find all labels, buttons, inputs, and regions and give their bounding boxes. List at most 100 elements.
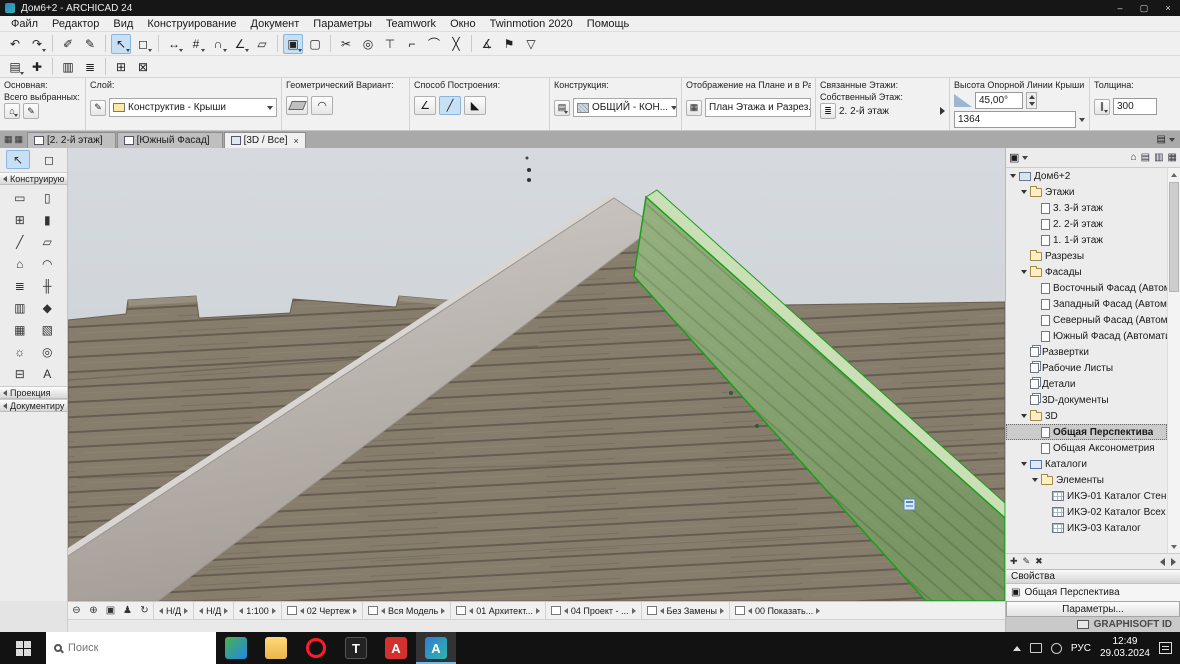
intersect-button[interactable]: ╳	[446, 34, 466, 54]
tool-mesh[interactable]: ▦	[8, 320, 32, 339]
segment-preview-na[interactable]: Н/Д	[153, 602, 193, 619]
search-input[interactable]	[68, 642, 183, 654]
tool-roof[interactable]: ⌂	[8, 254, 32, 273]
expander-icon[interactable]	[1010, 174, 1019, 178]
step-right-icon[interactable]	[441, 608, 445, 614]
step-left-icon[interactable]	[199, 608, 203, 614]
review-button[interactable]: ▽	[521, 34, 541, 54]
orbit-button[interactable]: ↻	[136, 605, 153, 616]
tool-door[interactable]: ▯	[35, 188, 59, 207]
chevron-down-icon[interactable]	[1022, 156, 1028, 160]
zoom-in-button[interactable]: ⊕	[85, 605, 102, 616]
tree-item-interior-elevations[interactable]: Развертки	[1006, 344, 1167, 360]
toolbox-section-design[interactable]: Конструирую	[0, 172, 67, 185]
segment-renovation[interactable]: 00 Показать...	[729, 602, 825, 619]
floor-plan-display-button[interactable]: ▦	[686, 100, 702, 116]
toolbar-button[interactable]	[158, 35, 159, 52]
menu-document[interactable]: Документ	[244, 18, 307, 30]
composite-button[interactable]: ▤	[554, 100, 570, 116]
walk-mode-button[interactable]: ♟	[119, 605, 136, 616]
edit-node-dot[interactable]	[729, 391, 733, 395]
chevron-down-icon[interactable]	[1079, 118, 1085, 122]
tree-item-schedule-walls[interactable]: ИКЭ-01 Каталог Стен	[1006, 488, 1167, 504]
segment-overrides[interactable]: Без Замены	[641, 602, 729, 619]
tree-scrollbar[interactable]	[1167, 168, 1180, 553]
tree-item-3d[interactable]: 3D	[1006, 408, 1167, 424]
method-slope-button[interactable]: ╱	[439, 96, 461, 115]
clock[interactable]: 12:49 29.03.2024	[1100, 636, 1150, 660]
pivot-height-input[interactable]: 1364	[954, 111, 1076, 128]
tool-beam[interactable]: ╱	[8, 232, 32, 251]
expander-icon[interactable]	[1021, 270, 1030, 274]
tool-railing[interactable]: ╫	[35, 276, 59, 295]
step-left-icon[interactable]	[564, 608, 568, 614]
toolbar-button[interactable]	[330, 35, 331, 52]
tree-item-elev-south[interactable]: Южный Фасад (Автоматическ	[1006, 328, 1167, 344]
menu-options[interactable]: Параметры	[306, 18, 379, 30]
step-right-icon[interactable]	[536, 608, 540, 614]
tree-item-sections[interactable]: Разрезы	[1006, 248, 1167, 264]
marquee-tool[interactable]: ◻	[37, 150, 61, 169]
tab-3d-all[interactable]: [3D / Все] ×	[224, 132, 306, 148]
arrow-tool[interactable]: ↖	[6, 150, 30, 169]
taskbar-search[interactable]	[46, 632, 216, 664]
segment-scale[interactable]: 1:100	[233, 602, 281, 619]
adjust-button[interactable]: ⌐	[402, 34, 422, 54]
tool-curtain-wall[interactable]: ▥	[8, 298, 32, 317]
toolbar-button[interactable]	[52, 35, 53, 52]
tray-sound-icon[interactable]	[1051, 643, 1062, 654]
gravity-button[interactable]: ∩	[208, 34, 228, 54]
delete-item-button[interactable]: ✖	[1035, 556, 1043, 567]
tool-shell[interactable]: ◠	[35, 254, 59, 273]
close-button[interactable]: ×	[1156, 0, 1180, 16]
expander-icon[interactable]	[1021, 414, 1030, 418]
hotlink-button[interactable]: ⊞	[111, 57, 131, 77]
arrow-tool-button[interactable]: ↖	[111, 34, 131, 54]
step-left-icon[interactable]	[660, 608, 664, 614]
close-tab-icon[interactable]: ×	[293, 136, 298, 146]
chevron-down-icon[interactable]	[1169, 138, 1175, 142]
tree-item-story-1[interactable]: 1. 1-й этаж	[1006, 232, 1167, 248]
measure-button[interactable]: ∡	[477, 34, 497, 54]
taskbar-app-a[interactable]: A	[376, 632, 416, 664]
tab-south-elevation[interactable]: [Южный Фасад]	[117, 132, 223, 148]
taskbar-app-widget[interactable]	[216, 632, 256, 664]
toolbar-button[interactable]	[105, 58, 106, 75]
move-button[interactable]: ↔	[164, 34, 184, 54]
current-view-row[interactable]: ▣ Общая Перспектива	[1006, 584, 1180, 601]
tree-item-worksheets[interactable]: Рабочие Листы	[1006, 360, 1167, 376]
view-map-icon[interactable]: ▤	[1141, 152, 1150, 163]
undo-button[interactable]: ↶	[5, 34, 25, 54]
marquee-tool-button[interactable]: ◻	[133, 34, 153, 54]
menu-editor[interactable]: Редактор	[45, 18, 106, 30]
tray-chevron-up-icon[interactable]	[1013, 646, 1021, 651]
tool-lamp[interactable]: ◎	[35, 342, 59, 361]
tree-item-elements[interactable]: Элементы	[1006, 472, 1167, 488]
method-gable-button[interactable]: ◣	[464, 96, 486, 115]
tool-column[interactable]: ▮	[35, 210, 59, 229]
tree-item-generic-axonometry[interactable]: Общая Аксонометрия	[1006, 440, 1167, 456]
trace-reference-button[interactable]: ▣	[283, 34, 303, 54]
tool-slab[interactable]: ▱	[35, 232, 59, 251]
menu-help[interactable]: Помощь	[580, 18, 637, 30]
properties-header[interactable]: Свойства	[1006, 569, 1180, 584]
pane-grid-icon-1[interactable]: ▦	[4, 134, 13, 145]
step-left-icon[interactable]	[381, 608, 385, 614]
tray-network-icon[interactable]	[1030, 643, 1042, 653]
mark-up-button[interactable]: ⚑	[499, 34, 519, 54]
menu-twinmotion[interactable]: Twinmotion 2020	[483, 18, 580, 30]
tree-item-stories[interactable]: Этажи	[1006, 184, 1167, 200]
expander-icon[interactable]	[1032, 478, 1041, 482]
project-map-icon[interactable]: ⌂	[1131, 152, 1137, 163]
toolbox-section-document[interactable]: Документиру	[0, 399, 67, 412]
tree-item-details[interactable]: Детали	[1006, 376, 1167, 392]
element-settings-button[interactable]: ✎	[23, 103, 39, 119]
step-left-icon[interactable]	[748, 608, 752, 614]
xref-button[interactable]: ⊠	[133, 57, 153, 77]
step-left-icon[interactable]	[239, 608, 243, 614]
rename-item-button[interactable]: ✎	[1023, 556, 1031, 567]
tab-overflow-icon[interactable]: ▤	[1157, 134, 1166, 145]
segment-drawing[interactable]: 02 Чертеж	[281, 602, 362, 619]
step-right-icon[interactable]	[632, 608, 636, 614]
project-chooser-icon[interactable]: ▣	[1009, 151, 1019, 164]
